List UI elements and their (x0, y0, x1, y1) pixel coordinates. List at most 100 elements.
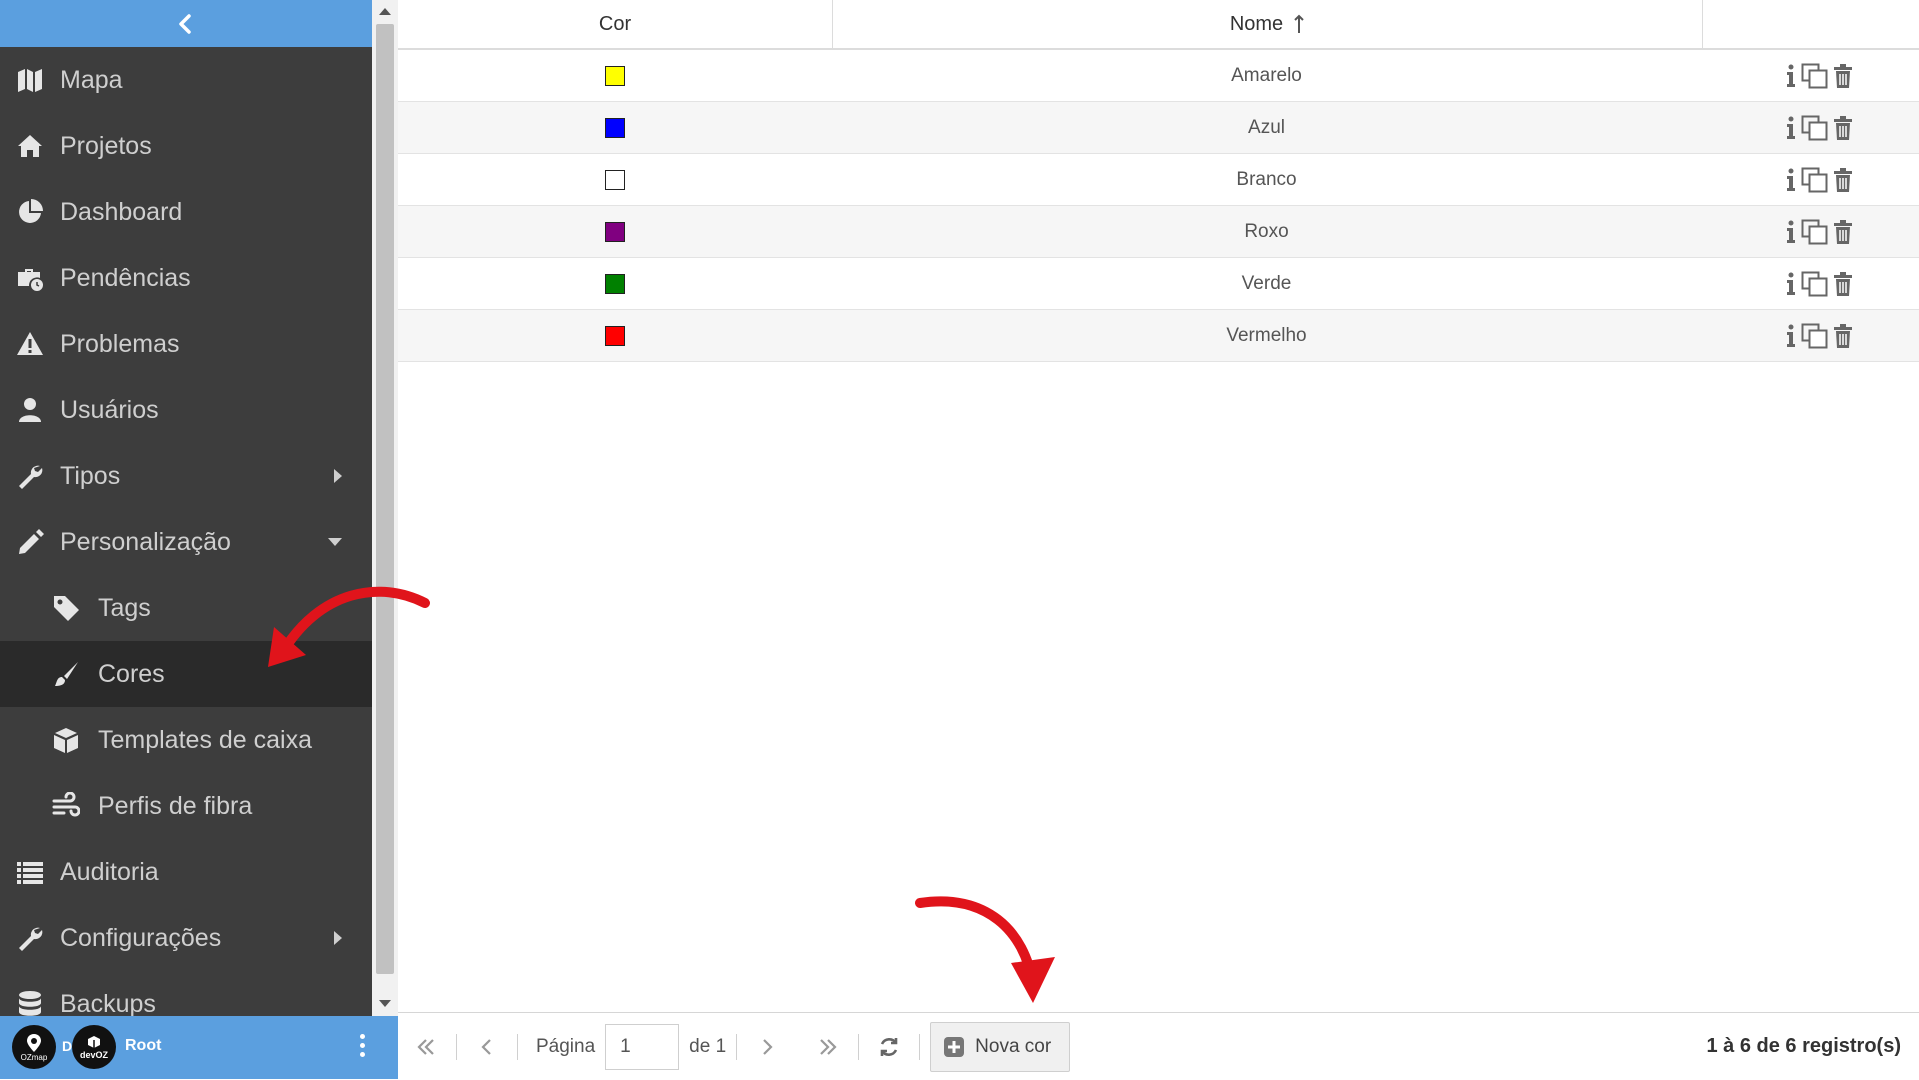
tag-icon (50, 592, 82, 624)
column-header-actions (1703, 0, 1919, 48)
name-cell: Vermelho (1226, 324, 1307, 346)
color-swatch (605, 273, 625, 294)
last-page-icon[interactable] (808, 1027, 848, 1067)
color-swatch (605, 117, 625, 138)
sidebar-nav: Mapa Projetos Dashboard Pendências Problemas… (0, 47, 372, 1037)
duplicate-icon[interactable] (1801, 167, 1829, 193)
column-header-nome-label: Nome (1229, 12, 1284, 35)
user-bar: OZmap D devOZ Root (0, 1016, 398, 1079)
sidebar-item-label: Tags (98, 593, 151, 622)
sidebar-item-label: Cores (98, 659, 165, 688)
caret-right-icon (334, 931, 342, 945)
name-cell: Azul (1248, 116, 1285, 138)
sidebar-item-configuracoes[interactable]: Configurações (0, 905, 372, 971)
duplicate-icon[interactable] (1801, 323, 1829, 349)
sidebar-item-perfis-de-fibra[interactable]: Perfis de fibra (0, 773, 372, 839)
collapse-sidebar-button[interactable] (0, 0, 372, 47)
sidebar-item-mapa[interactable]: Mapa (0, 47, 372, 113)
duplicate-icon[interactable] (1801, 63, 1829, 89)
ozmap-logo: OZmap (12, 1025, 56, 1069)
sidebar-item-personalizacao[interactable]: Personalização (0, 509, 372, 575)
annotation-arrow-cores (268, 586, 430, 667)
name-cell: Branco (1236, 168, 1297, 190)
trash-icon[interactable] (1833, 167, 1853, 192)
divider (919, 1033, 921, 1060)
trash-icon[interactable] (1833, 115, 1853, 140)
devoz-logo: devOZ (72, 1025, 116, 1069)
duplicate-icon[interactable] (1801, 271, 1829, 297)
sidebar-item-dashboard[interactable]: Dashboard (0, 179, 372, 245)
briefcase-clock-icon (14, 262, 46, 294)
sidebar-item-auditoria[interactable]: Auditoria (0, 839, 372, 905)
wrench-icon (14, 460, 46, 492)
user-initial: D (62, 1038, 73, 1054)
sidebar-item-tipos[interactable]: Tipos (0, 443, 372, 509)
table-row[interactable]: Azul (398, 102, 1919, 154)
brush-icon (50, 658, 82, 690)
table-row[interactable]: Verde (398, 258, 1919, 310)
next-page-icon[interactable] (747, 1027, 787, 1067)
info-icon[interactable] (1785, 64, 1797, 88)
sidebar-item-label: Personalização (60, 527, 231, 556)
pie-chart-icon (14, 196, 46, 228)
sidebar-item-label: Projetos (60, 131, 152, 160)
scroll-down-arrow-icon[interactable] (379, 1000, 391, 1007)
duplicate-icon[interactable] (1801, 219, 1829, 245)
sidebar-item-label: Auditoria (60, 857, 159, 886)
page-label: Página (536, 1035, 596, 1057)
first-page-icon[interactable] (406, 1027, 446, 1067)
divider (456, 1033, 457, 1060)
wind-icon (50, 790, 82, 822)
table-row[interactable]: Vermelho (398, 310, 1919, 362)
table-header: Cor Nome (398, 0, 1919, 50)
pagination-bar: Página de 1 Nova cor 1 à 6 de 6 registro… (398, 1012, 1919, 1080)
color-cell (398, 169, 832, 190)
info-icon[interactable] (1785, 272, 1797, 296)
divider (736, 1033, 738, 1060)
table-row[interactable]: Roxo (398, 206, 1919, 258)
sidebar-item-label: Problemas (60, 329, 180, 358)
user-menu-kebab-icon[interactable] (360, 1034, 365, 1057)
info-icon[interactable] (1785, 168, 1797, 192)
records-count: 1 à 6 de 6 registro(s) (1706, 1035, 1901, 1057)
color-cell (398, 117, 832, 138)
previous-page-icon[interactable] (467, 1027, 507, 1067)
table-row[interactable]: Amarelo (398, 50, 1919, 102)
sidebar-item-problemas[interactable]: Problemas (0, 311, 372, 377)
info-icon[interactable] (1785, 220, 1797, 244)
trash-icon[interactable] (1833, 63, 1853, 88)
color-swatch (605, 221, 625, 242)
sidebar-item-label: Configurações (60, 923, 222, 952)
user-name[interactable]: Root (125, 1037, 161, 1055)
colors-table: Cor Nome Amarelo Azul Branco Roxo Verde Verme… (398, 0, 1919, 1016)
sidebar-item-pendencias[interactable]: Pendências (0, 245, 372, 311)
page-number-input[interactable] (605, 1023, 680, 1070)
sidebar-item-usuarios[interactable]: Usuários (0, 377, 372, 443)
sidebar-item-projetos[interactable]: Projetos (0, 113, 372, 179)
sort-ascending-icon[interactable] (1293, 14, 1305, 34)
table-row[interactable]: Branco (398, 154, 1919, 206)
scrollbar-thumb[interactable] (376, 24, 394, 974)
sidebar-item-label: Tipos (60, 461, 121, 490)
chevron-left-icon (175, 13, 197, 35)
duplicate-icon[interactable] (1801, 115, 1829, 141)
sidebar-item-templates-de-caixa[interactable]: Templates de caixa (0, 707, 372, 773)
sidebar-scrollbar[interactable] (372, 0, 398, 1016)
column-header-cor-label: Cor (598, 12, 632, 35)
info-icon[interactable] (1785, 324, 1797, 348)
user-icon (14, 394, 46, 426)
trash-icon[interactable] (1833, 323, 1853, 348)
new-color-button[interactable]: Nova cor (930, 1021, 1071, 1072)
color-cell (398, 325, 832, 346)
row-actions (1701, 167, 1917, 193)
pencil-icon (14, 526, 46, 558)
trash-icon[interactable] (1833, 271, 1853, 296)
scroll-up-arrow-icon[interactable] (379, 8, 391, 15)
trash-icon[interactable] (1833, 219, 1853, 244)
row-actions (1701, 323, 1917, 349)
column-header-nome[interactable]: Nome (833, 0, 1703, 48)
refresh-icon[interactable] (869, 1027, 909, 1067)
sidebar-item-label: Usuários (60, 395, 159, 424)
info-icon[interactable] (1785, 116, 1797, 140)
